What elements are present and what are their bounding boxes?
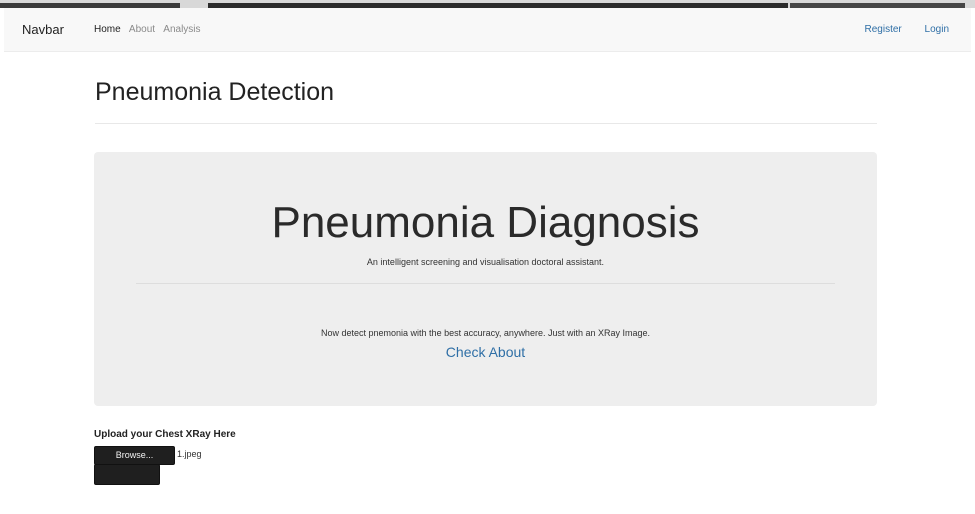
- nav-link-analysis[interactable]: Analysis: [163, 24, 200, 35]
- nav-link-login[interactable]: Login: [925, 24, 949, 35]
- browser-top-strip: [0, 0, 975, 8]
- page-title: Pneumonia Detection: [95, 78, 335, 106]
- title-divider: [95, 123, 877, 124]
- navbar: Navbar Home About Analysis Register Logi…: [4, 8, 971, 52]
- nav-left-links: Home About Analysis: [94, 24, 207, 35]
- submit-button[interactable]: [94, 464, 160, 485]
- jumbotron-title: Pneumonia Diagnosis: [271, 198, 700, 247]
- nav-right-links: Register Login: [845, 24, 950, 35]
- selected-file-name: 1.jpeg: [177, 449, 202, 459]
- nav-link-home[interactable]: Home: [94, 24, 121, 35]
- jumbotron: Pneumonia Diagnosis An intelligent scree…: [94, 152, 877, 406]
- jumbotron-subtitle: An intelligent screening and visualisati…: [366, 257, 605, 267]
- check-about-link[interactable]: Check About: [94, 344, 877, 360]
- jumbotron-divider: [136, 283, 835, 284]
- navbar-brand[interactable]: Navbar: [22, 22, 64, 37]
- nav-link-register[interactable]: Register: [865, 24, 902, 35]
- browse-button[interactable]: Browse...: [94, 446, 175, 465]
- upload-label: Upload your Chest XRay Here: [94, 429, 236, 440]
- jumbotron-text: Now detect pnemonia with the best accura…: [321, 328, 650, 338]
- nav-link-about[interactable]: About: [129, 24, 155, 35]
